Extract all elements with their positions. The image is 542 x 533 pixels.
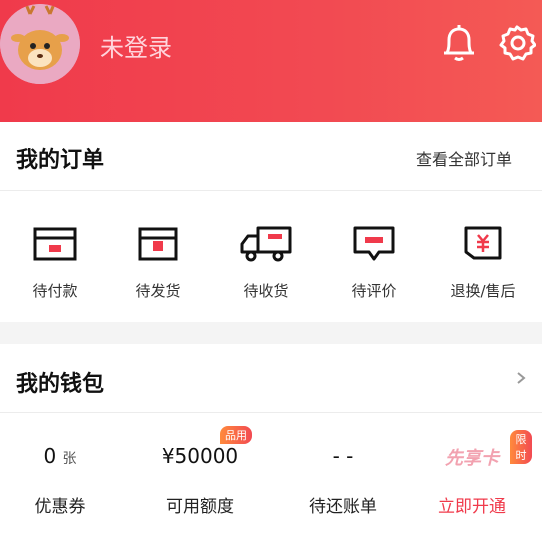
profile-header: 未登录	[0, 0, 542, 122]
credit-amount: ¥50000	[161, 444, 239, 468]
wallet-bills[interactable]: - - 待还账单	[283, 444, 403, 517]
bell-icon[interactable]	[436, 20, 482, 66]
coupon-count: 0 张	[43, 444, 77, 468]
wallet-vip-card[interactable]: 限时 先享卡 立即开通	[412, 430, 532, 517]
login-status[interactable]: 未登录	[100, 28, 172, 63]
activate-now-button[interactable]: 立即开通	[412, 492, 532, 517]
view-all-orders-link[interactable]: 查看全部订单	[416, 146, 512, 170]
divider	[0, 412, 542, 413]
order-after-sales[interactable]: 退换/售后	[438, 222, 528, 302]
wallet-label: 可用额度	[166, 497, 234, 517]
box-icon	[113, 222, 203, 266]
order-pending-shipment[interactable]: 待发货	[113, 222, 203, 302]
gear-icon[interactable]	[494, 20, 540, 66]
order-pending-payment[interactable]: 待付款	[10, 222, 100, 302]
orders-card: 我的订单 查看全部订单 待付款 待发货 待收货 待评价 退换/售后	[0, 122, 542, 322]
credit-badge: 品用	[220, 426, 252, 444]
wallet-label: 优惠券	[34, 497, 86, 517]
chevron-right-icon[interactable]	[516, 370, 526, 389]
order-label: 待收货	[243, 282, 289, 300]
refund-icon	[438, 222, 528, 266]
limited-badge: 限时	[510, 430, 532, 464]
order-label: 待发货	[135, 282, 181, 300]
comment-icon	[329, 222, 419, 266]
wallet-coupons[interactable]: 0 张 优惠券	[0, 444, 120, 517]
avatar[interactable]	[0, 4, 80, 84]
bill-amount: - -	[332, 444, 354, 468]
order-pending-review[interactable]: 待评价	[329, 222, 419, 302]
wallet-credit[interactable]: 品用 ¥50000 可用额度	[140, 426, 260, 517]
wallet-card: 我的钱包 0 张 优惠券 品用 ¥50000 可用额度 - - 待还账单 限时 …	[0, 344, 542, 533]
truck-icon	[221, 222, 311, 266]
divider	[0, 190, 542, 191]
order-label: 待付款	[32, 282, 78, 300]
card-icon	[10, 222, 100, 266]
order-pending-receipt[interactable]: 待收货	[221, 222, 311, 302]
order-label: 待评价	[351, 282, 397, 300]
order-label: 退换/售后	[450, 282, 516, 300]
orders-title: 我的订单	[16, 148, 105, 173]
wallet-label: 待还账单	[309, 497, 377, 517]
wallet-title: 我的钱包	[16, 372, 105, 397]
